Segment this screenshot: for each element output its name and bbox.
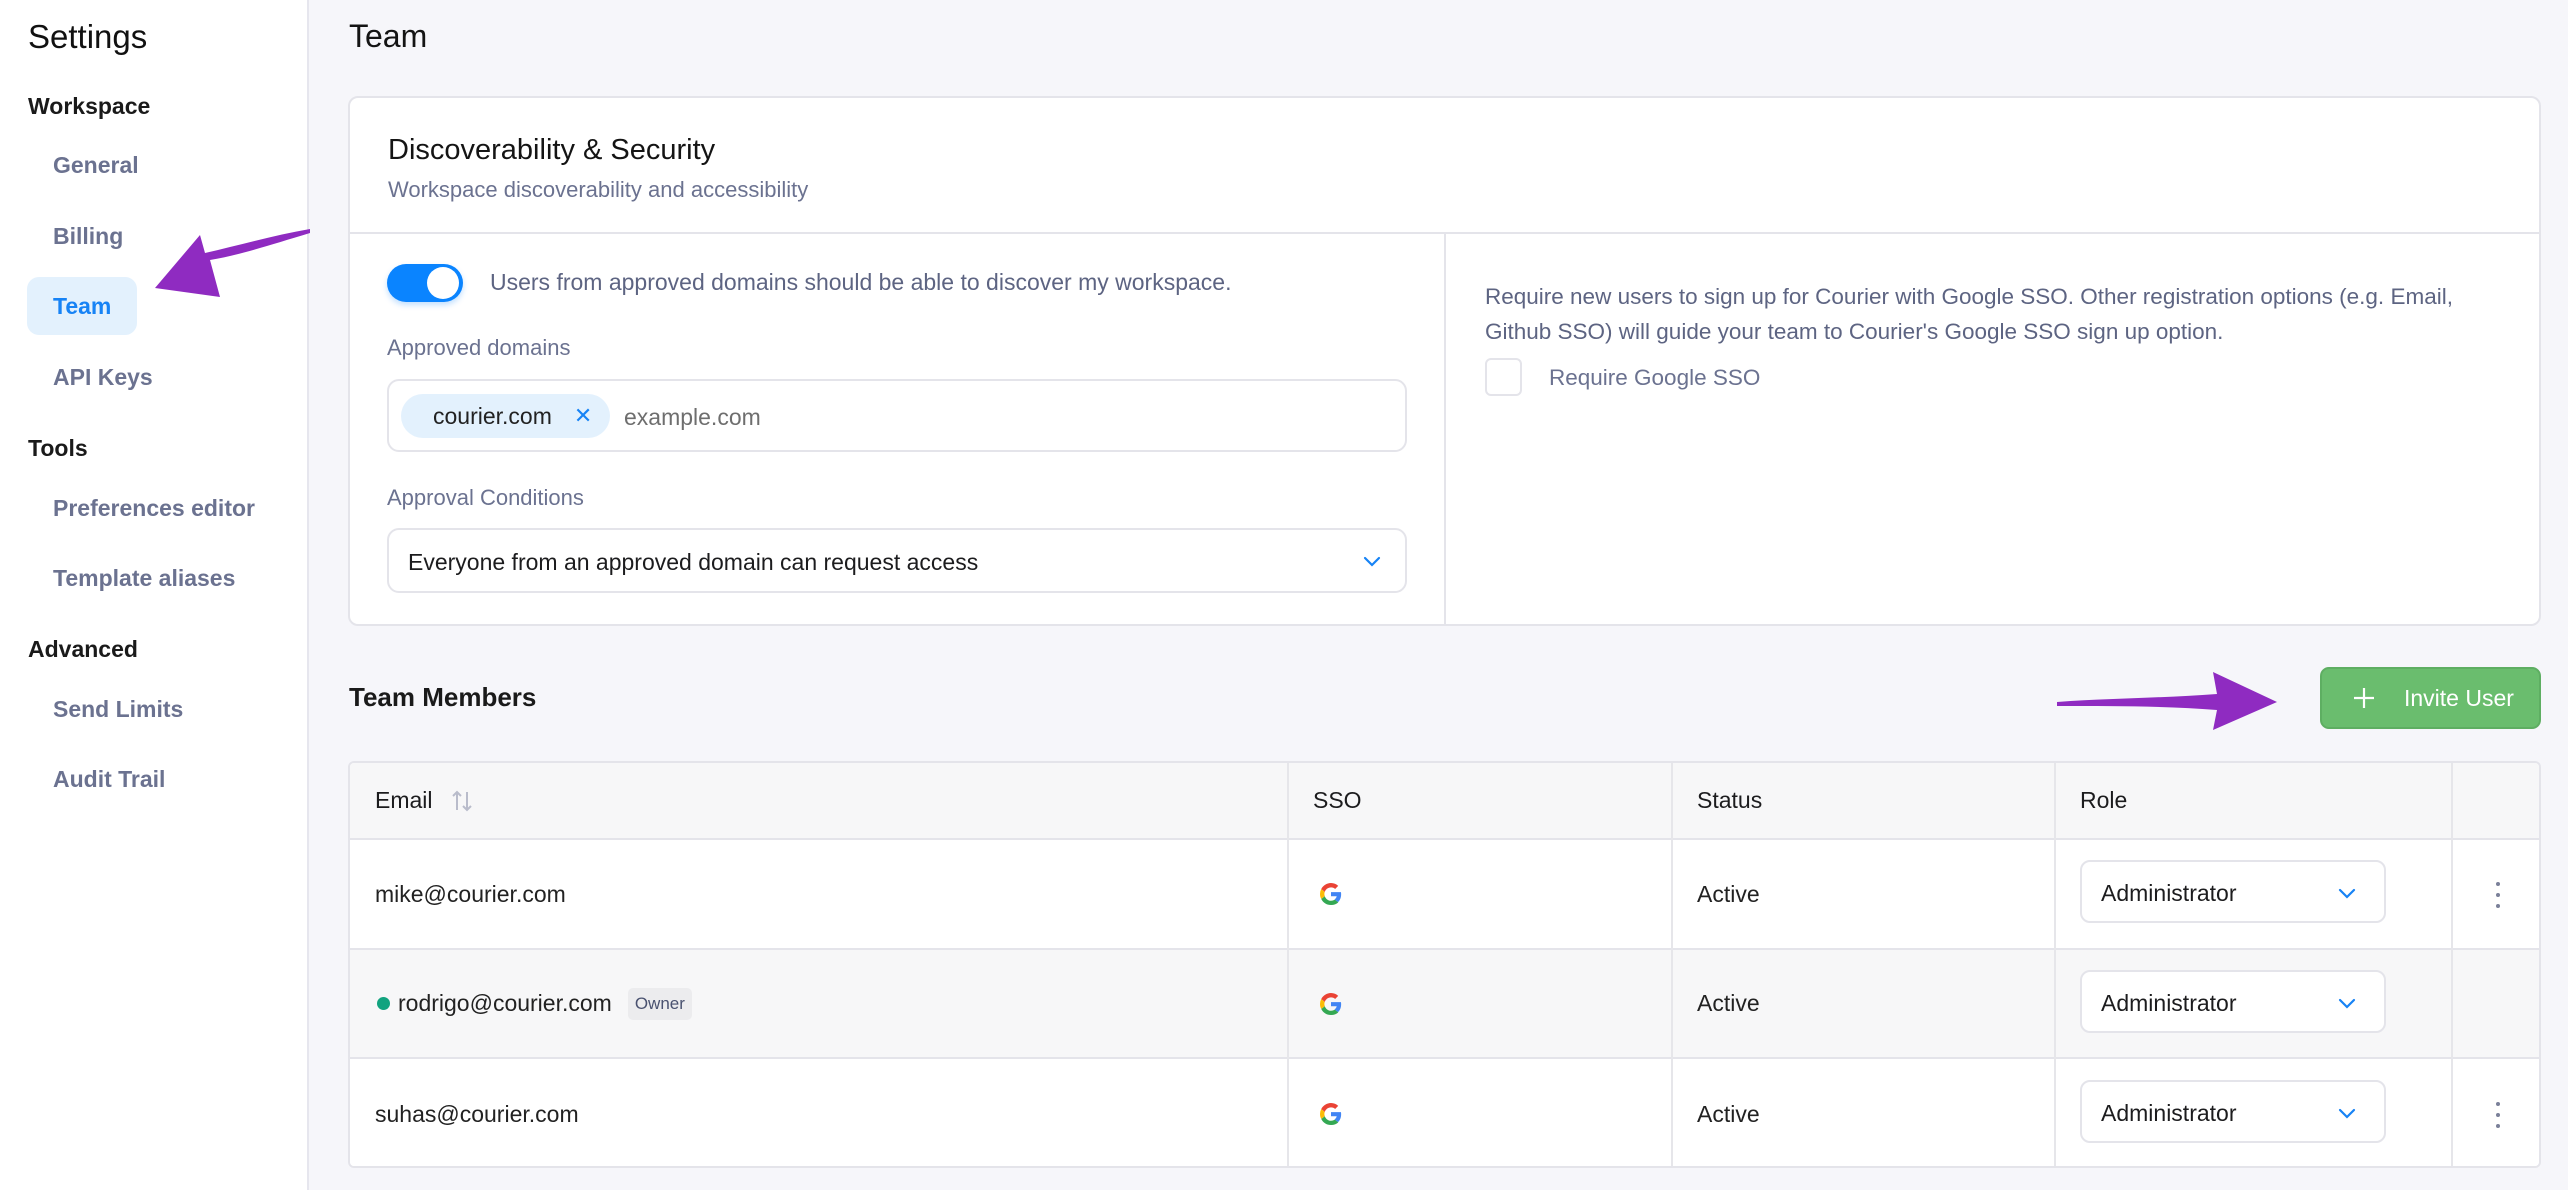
member-status: Active	[1697, 880, 1760, 907]
role-value: Administrator	[2101, 880, 2237, 906]
role-value: Administrator	[2101, 1100, 2237, 1126]
card-body: Users from approved domains should be ab…	[350, 234, 2539, 626]
approval-conditions-value: Everyone from an approved domain can req…	[408, 549, 979, 575]
settings-sidebar: Settings Workspace General Billing Team …	[0, 0, 309, 1190]
online-status-dot	[377, 997, 390, 1010]
sidebar-item-audit-trail[interactable]: Audit Trail	[27, 750, 191, 808]
member-email-cell: rodrigo@courier.com Owner	[377, 950, 692, 1057]
remove-domain-icon[interactable]: ✕	[574, 403, 592, 429]
chevron-down-icon	[2338, 1108, 2356, 1119]
column-header-status: Status	[1697, 787, 1763, 813]
role-value: Administrator	[2101, 990, 2237, 1016]
sidebar-section-advanced: Advanced	[28, 636, 138, 662]
domain-chip-text: courier.com	[433, 402, 552, 429]
column-divider	[1287, 763, 1289, 1166]
member-email: rodrigo@courier.com	[398, 990, 612, 1016]
require-sso-description: Require new users to sign up for Courier…	[1485, 284, 2453, 344]
table-row: mike@courier.com Active Administrator	[350, 840, 2539, 950]
column-divider	[1444, 234, 1446, 626]
discoverability-toggle-label: Users from approved domains should be ab…	[490, 269, 1232, 295]
sidebar-item-general[interactable]: General	[27, 136, 165, 194]
column-header-email[interactable]: Email	[375, 763, 475, 838]
more-options-icon[interactable]	[2490, 880, 2506, 910]
column-header-sso: SSO	[1313, 787, 1362, 813]
column-divider	[2451, 763, 2453, 1166]
card-subtitle: Workspace discoverability and accessibil…	[388, 177, 809, 202]
require-google-sso-label: Require Google SSO	[1549, 365, 1761, 390]
owner-badge: Owner	[627, 987, 692, 1020]
chevron-down-icon	[1363, 556, 1381, 567]
column-header-role: Role	[2080, 787, 2128, 813]
column-divider	[1671, 763, 1673, 1166]
sidebar-item-team[interactable]: Team	[27, 277, 137, 335]
member-status: Active	[1697, 990, 1760, 1016]
sidebar-section-tools: Tools	[28, 435, 88, 461]
google-icon	[1320, 950, 1342, 1057]
annotation-arrow-icon	[2057, 672, 2277, 730]
card-title: Discoverability & Security	[388, 134, 716, 166]
approved-domains-input[interactable]	[624, 399, 1324, 435]
discoverability-security-card: Discoverability & Security Workspace dis…	[348, 96, 2541, 626]
sidebar-section-workspace: Workspace	[28, 93, 151, 119]
sidebar-item-send-limits[interactable]: Send Limits	[27, 680, 209, 738]
email-header-label: Email	[375, 787, 433, 813]
domain-chip: courier.com ✕	[401, 394, 611, 438]
sidebar-item-preferences-editor[interactable]: Preferences editor	[27, 479, 281, 537]
sidebar-title: Settings	[28, 18, 148, 55]
plus-icon	[2354, 688, 2374, 708]
team-members-table: Email SSO Status Role mike@courier.com A…	[348, 761, 2541, 1168]
card-header: Discoverability & Security Workspace dis…	[350, 98, 2539, 234]
toggle-knob	[427, 267, 459, 299]
member-email: mike@courier.com	[375, 880, 566, 907]
approval-conditions-label: Approval Conditions	[387, 485, 584, 510]
role-select[interactable]: Administrator	[2080, 860, 2386, 923]
sidebar-item-template-aliases[interactable]: Template aliases	[27, 549, 261, 607]
table-row: rodrigo@courier.com Owner Active Adminis…	[350, 950, 2539, 1059]
member-email: suhas@courier.com	[375, 1100, 579, 1127]
team-members-title: Team Members	[349, 682, 537, 712]
discoverability-toggle[interactable]	[387, 264, 463, 302]
sidebar-item-billing[interactable]: Billing	[27, 207, 149, 265]
role-select[interactable]: Administrator	[2080, 970, 2386, 1033]
google-icon	[1320, 840, 1342, 948]
page-title: Team	[349, 18, 428, 54]
member-status: Active	[1697, 1100, 1760, 1127]
invite-user-label: Invite User	[2404, 684, 2514, 711]
role-select[interactable]: Administrator	[2080, 1080, 2386, 1143]
approval-conditions-select[interactable]: Everyone from an approved domain can req…	[387, 528, 1407, 593]
require-google-sso-checkbox[interactable]	[1485, 358, 1522, 396]
sidebar-item-api-keys[interactable]: API Keys	[27, 348, 179, 406]
google-icon	[1320, 1059, 1342, 1166]
chevron-down-icon	[2338, 888, 2356, 899]
table-header-row: Email SSO Status Role	[350, 763, 2539, 840]
chevron-down-icon	[2338, 998, 2356, 1009]
more-options-icon[interactable]	[2490, 1100, 2506, 1130]
approved-domains-field[interactable]: courier.com ✕	[387, 379, 1407, 452]
sort-icon[interactable]	[449, 788, 475, 814]
approved-domains-label: Approved domains	[387, 335, 571, 360]
table-row: suhas@courier.com Active Administrator	[350, 1059, 2539, 1166]
invite-user-button[interactable]: Invite User	[2320, 667, 2541, 729]
column-divider	[2054, 763, 2056, 1166]
